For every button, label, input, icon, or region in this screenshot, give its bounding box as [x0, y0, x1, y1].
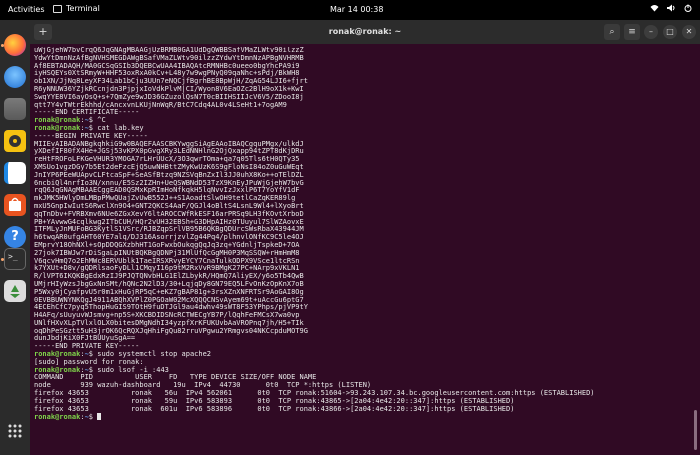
app-grid-icon[interactable]	[4, 420, 26, 442]
output-line: firefox 43653 ronak 601u IPv6 583896 0t0…	[34, 404, 515, 413]
title-bar[interactable]: + ronak@ronak: ~ ⌕ ≡ – □ ✕	[30, 20, 700, 44]
terminal-small-icon	[53, 4, 62, 13]
system-tray[interactable]	[650, 4, 692, 14]
top-bar: Activities Terminal Mar 14 00:38	[0, 0, 700, 20]
minimize-button[interactable]: –	[644, 25, 658, 39]
command-text: sudo lsof -i :443	[97, 365, 169, 374]
terminal-window: + ronak@ronak: ~ ⌕ ≡ – □ ✕ uWjGjehW7bvCr…	[30, 20, 700, 455]
menu-button[interactable]: ≡	[624, 24, 640, 40]
files-icon[interactable]	[4, 98, 26, 120]
prompt-user-host: ronak@ronak	[34, 365, 81, 374]
activities-button[interactable]: Activities	[8, 5, 45, 14]
terminal-output[interactable]: uWjGjehW7bvCrqQ6JqGNAgMBAAGjUzBRMB0GA1Ud…	[34, 47, 684, 451]
prompt-line: ronak@ronak:~$	[34, 413, 684, 421]
volume-icon	[667, 4, 676, 14]
output-line: -----END CERTIFICATE-----	[34, 108, 140, 117]
dock: ? >_	[0, 20, 30, 455]
app-menu[interactable]: Terminal	[53, 4, 100, 13]
trash-icon[interactable]	[4, 280, 26, 302]
prompt-user-host: ronak@ronak	[34, 116, 81, 125]
command-text: ^C	[97, 116, 106, 125]
maximize-button[interactable]: □	[663, 25, 677, 39]
text-cursor	[97, 413, 102, 421]
writer-icon[interactable]	[4, 162, 26, 184]
thunderbird-icon[interactable]	[4, 66, 26, 88]
rhythmbox-icon[interactable]	[4, 130, 26, 152]
network-icon	[650, 4, 659, 14]
prompt-user-host: ronak@ronak	[34, 413, 81, 422]
firefox-icon[interactable]	[4, 34, 26, 56]
command-text: sudo systemctl stop apache2	[97, 350, 212, 359]
scrollbar[interactable]	[694, 410, 697, 450]
terminal-icon[interactable]: >_	[4, 248, 26, 270]
window-title: ronak@ronak: ~	[328, 27, 402, 36]
help-icon[interactable]: ?	[4, 226, 26, 248]
software-icon[interactable]	[4, 194, 26, 216]
clock[interactable]: Mar 14 00:38	[330, 5, 383, 14]
command-text: cat lab.key	[97, 123, 144, 132]
power-icon	[684, 4, 692, 14]
prompt-user-host: ronak@ronak	[34, 123, 81, 132]
search-button[interactable]: ⌕	[604, 24, 620, 40]
app-name: Terminal	[66, 4, 100, 13]
close-button[interactable]: ✕	[682, 25, 696, 39]
prompt-user-host: ronak@ronak	[34, 350, 81, 359]
